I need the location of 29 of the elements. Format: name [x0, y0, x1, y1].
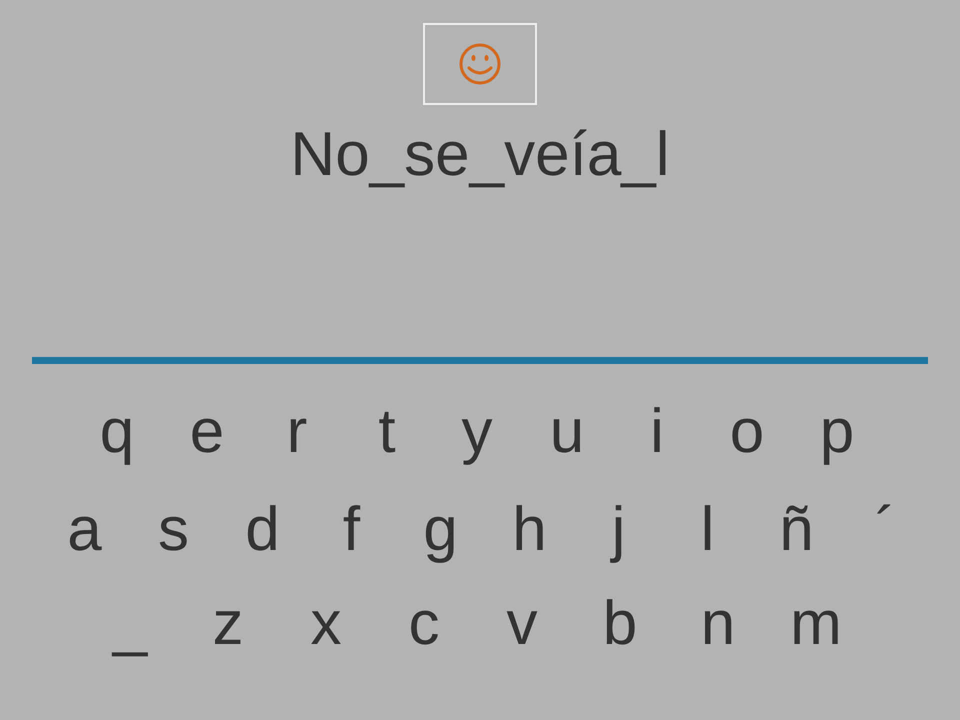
letter-key[interactable]: g	[396, 492, 485, 568]
letter-key[interactable]: a	[40, 492, 129, 568]
letter-key[interactable]: n	[669, 586, 767, 662]
letter-key[interactable]: c	[375, 586, 473, 662]
letter-key[interactable]: t	[342, 394, 432, 470]
letter-key[interactable]: z	[179, 586, 277, 662]
letter-key[interactable]: j	[574, 492, 663, 568]
letter-key[interactable]: o	[702, 394, 792, 470]
letter-key[interactable]: m	[767, 586, 865, 662]
letter-key[interactable]: d	[218, 492, 307, 568]
letter-key[interactable]: _	[81, 586, 179, 662]
letter-key[interactable]: b	[571, 586, 669, 662]
letter-key[interactable]: h	[485, 492, 574, 568]
letter-key[interactable]: p	[792, 394, 882, 470]
typed-text: No_se_veía_l	[290, 119, 670, 191]
letter-key[interactable]: x	[277, 586, 375, 662]
letter-key[interactable]: ñ	[752, 492, 841, 568]
letter-key[interactable]: l	[663, 492, 752, 568]
letter-key[interactable]: i	[612, 394, 702, 470]
letter-key[interactable]: ´	[841, 492, 930, 568]
letter-key[interactable]: v	[473, 586, 571, 662]
letter-key[interactable]: u	[522, 394, 612, 470]
letter-key[interactable]: r	[252, 394, 342, 470]
letter-key[interactable]: f	[307, 492, 396, 568]
letter-key[interactable]: y	[432, 394, 522, 470]
letter-key[interactable]: s	[129, 492, 218, 568]
smiley-icon	[458, 42, 502, 86]
letter-key[interactable]: e	[162, 394, 252, 470]
letter-key[interactable]: q	[72, 394, 162, 470]
